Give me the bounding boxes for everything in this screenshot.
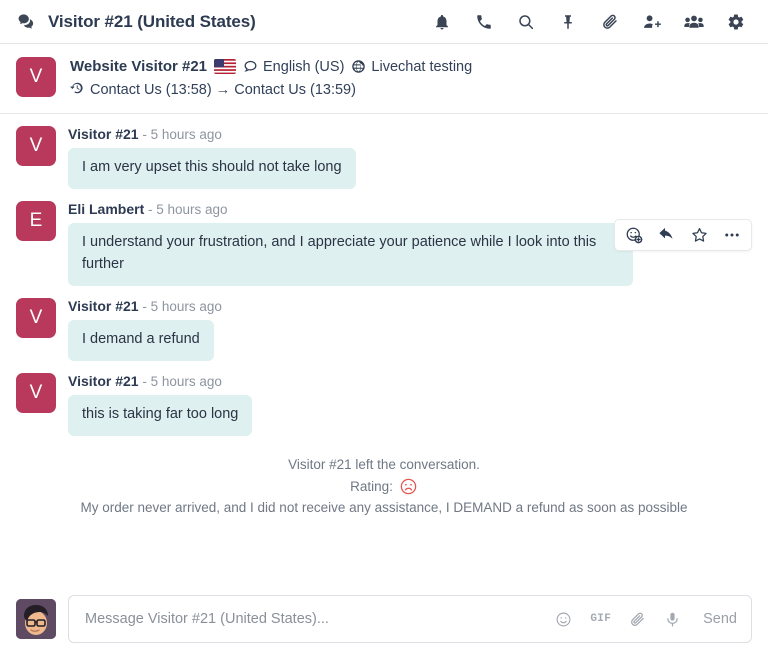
message-meta: Visitor #21 - 5 hours ago: [68, 298, 752, 315]
message-input[interactable]: Message Visitor #21 (United States)...: [85, 611, 555, 627]
add-user-icon[interactable]: [642, 12, 662, 32]
message-avatar: V: [16, 297, 56, 338]
message-item: V Visitor #21 - 5 hours ago I demand a r…: [0, 297, 768, 361]
rating-label: Rating:: [350, 479, 393, 495]
speech-bubble-icon: [243, 59, 258, 74]
conversation-header: Visitor #21 (United States): [0, 0, 768, 44]
gif-icon[interactable]: GIF: [590, 613, 611, 625]
message-item: E Eli Lambert - 5 hours ago I understand…: [0, 200, 768, 286]
reply-icon[interactable]: [657, 226, 676, 244]
add-reaction-icon[interactable]: [625, 226, 643, 244]
emoji-icon[interactable]: [555, 611, 572, 628]
message-meta: Eli Lambert - 5 hours ago: [68, 201, 752, 218]
history-icon: [70, 81, 84, 99]
message-thread: V Visitor #21 - 5 hours ago I am very up…: [0, 114, 768, 585]
visitor-info-panel: V Website Visitor #21 English (US) Livec…: [0, 44, 768, 114]
message-timestamp: - 5 hours ago: [142, 127, 222, 142]
header-title-group: Visitor #21 (United States): [16, 12, 256, 32]
composer-input-box[interactable]: Message Visitor #21 (United States)... G…: [68, 595, 752, 643]
message-bubble: I understand your frustration, and I app…: [68, 223, 633, 286]
message-timestamp: - 5 hours ago: [148, 201, 228, 217]
visitor-avatar: V: [16, 57, 56, 97]
voice-message-icon[interactable]: [664, 611, 681, 628]
livechat-conversation-window: Visitor #21 (United States) V Website Vi…: [0, 0, 768, 655]
rating-feedback-text: My order never arrived, and I did not re…: [80, 500, 688, 516]
globe-icon: [351, 59, 366, 74]
message-hover-actions: [614, 218, 752, 251]
conversation-end-block: Visitor #21 left the conversation. Ratin…: [0, 448, 768, 516]
message-author: Visitor #21: [68, 372, 139, 389]
message-item: V Visitor #21 - 5 hours ago this is taki…: [0, 372, 768, 436]
message-item: V Visitor #21 - 5 hours ago I am very up…: [0, 126, 768, 189]
notifications-icon[interactable]: [432, 12, 452, 32]
members-icon[interactable]: [684, 12, 704, 32]
message-bubble: I demand a refund: [68, 319, 214, 361]
search-icon[interactable]: [516, 12, 536, 32]
visitor-language-label: English (US): [263, 58, 345, 75]
message-composer: Message Visitor #21 (United States)... G…: [0, 585, 768, 655]
message-meta: Visitor #21 - 5 hours ago: [68, 373, 752, 390]
more-actions-icon[interactable]: [723, 226, 741, 244]
header-actions: [432, 12, 752, 32]
message-content: Visitor #21 - 5 hours ago this is taking…: [68, 373, 752, 436]
message-avatar: V: [16, 372, 56, 413]
message-content: Visitor #21 - 5 hours ago I am very upse…: [68, 126, 752, 189]
phone-icon[interactable]: [474, 12, 494, 32]
attachment-icon[interactable]: [629, 611, 646, 628]
message-content: Visitor #21 - 5 hours ago I demand a ref…: [68, 298, 752, 361]
sad-face-icon: [399, 477, 418, 496]
message-timestamp: - 5 hours ago: [142, 298, 222, 314]
chat-bubbles-icon: [16, 12, 36, 32]
visitor-website-label: Livechat testing: [371, 58, 473, 75]
star-icon[interactable]: [690, 226, 709, 244]
message-bubble: this is taking far too long: [68, 394, 253, 436]
composer-icons: GIF: [555, 611, 681, 628]
visitor-summary-row: Website Visitor #21 English (US) Livecha…: [70, 58, 472, 75]
message-avatar: V: [16, 126, 56, 166]
visitor-page-history: Contact Us (13:58) → Contact Us (13:59): [90, 82, 356, 98]
page-title: Visitor #21 (United States): [48, 11, 256, 31]
message-author: Visitor #21: [68, 126, 139, 142]
message-author: Visitor #21: [68, 297, 139, 314]
message-avatar: E: [16, 200, 56, 241]
settings-gear-icon[interactable]: [726, 12, 746, 32]
message-meta: Visitor #21 - 5 hours ago: [68, 126, 752, 143]
left-conversation-notice: Visitor #21 left the conversation.: [288, 456, 480, 472]
united-states-flag-icon: [214, 59, 237, 74]
attachment-icon[interactable]: [600, 12, 620, 32]
visitor-history-row: Contact Us (13:58) → Contact Us (13:59): [70, 81, 472, 99]
send-button[interactable]: Send: [703, 611, 737, 627]
visitor-language: English (US): [243, 59, 344, 75]
current-user-avatar: [16, 599, 56, 639]
pin-icon[interactable]: [558, 12, 578, 32]
message-timestamp: - 5 hours ago: [142, 373, 222, 389]
rating-row: Rating:: [16, 477, 752, 496]
message-bubble: I am very upset this should not take lon…: [68, 148, 356, 189]
visitor-website: Livechat testing: [351, 59, 472, 75]
visitor-name: Website Visitor #21: [70, 58, 208, 75]
message-author: Eli Lambert: [68, 200, 145, 217]
visitor-details: Website Visitor #21 English (US) Livecha…: [70, 57, 472, 99]
